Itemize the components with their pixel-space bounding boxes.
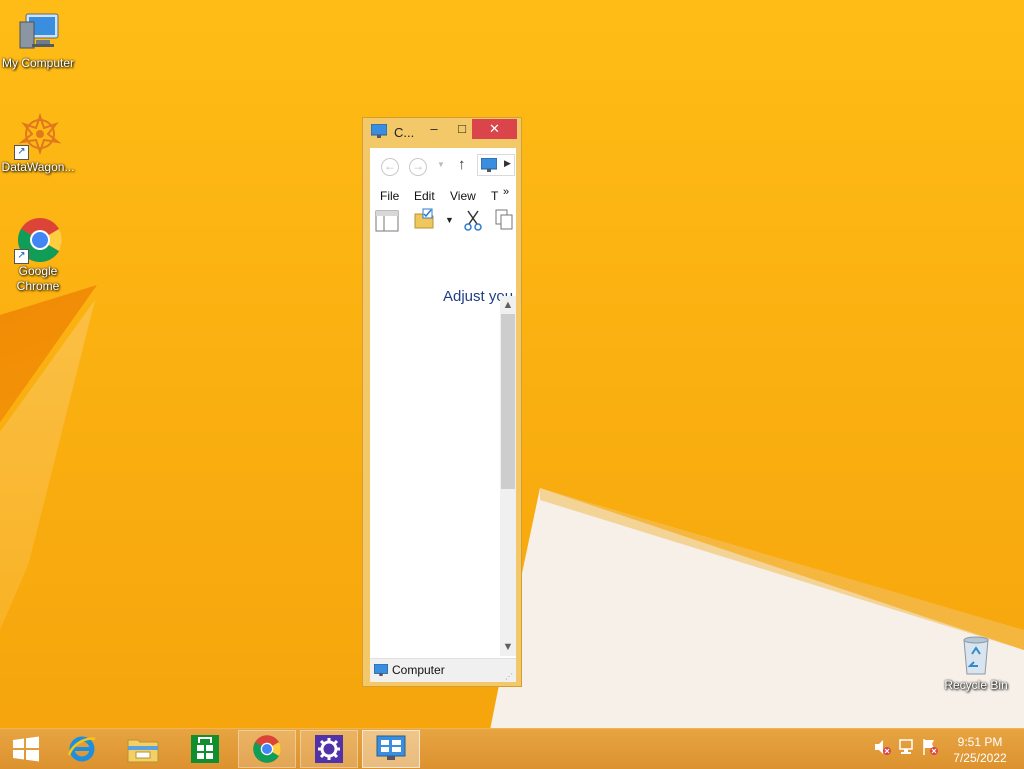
menu-tools[interactable]: T (491, 189, 498, 203)
vertical-scrollbar[interactable]: ▲ ▼ (500, 296, 516, 656)
taskbar-store[interactable] (176, 730, 234, 768)
taskbar-internet-explorer[interactable] (54, 730, 112, 768)
desktop-icon-label: Recycle Bin (944, 678, 1008, 692)
taskbar-control-panel[interactable] (362, 730, 420, 768)
computer-icon (374, 664, 388, 676)
close-button[interactable]: ✕ (472, 119, 517, 139)
chrome-icon: ↗ (14, 216, 62, 264)
desktop-icon-recycle-bin[interactable]: Recycle Bin (938, 630, 1014, 693)
scissors-icon[interactable] (464, 209, 482, 231)
desktop-icon-my-computer[interactable]: My Computer (0, 8, 76, 71)
desktop-icon-datawagon[interactable]: ↗ DataWagon... (0, 112, 76, 175)
taskbar-settings[interactable] (300, 730, 358, 768)
control-panel-icon (376, 735, 406, 760)
menu-file[interactable]: File (380, 189, 399, 203)
recent-locations-icon[interactable]: ▼ (437, 160, 445, 169)
up-arrow-icon[interactable]: ↑ (458, 156, 466, 173)
store-icon (191, 735, 219, 763)
scroll-up-icon[interactable]: ▲ (500, 298, 516, 312)
layout-pane-icon[interactable] (375, 210, 399, 232)
file-explorer-icon (127, 739, 159, 763)
copy-icon[interactable] (495, 209, 513, 231)
computer-icon (481, 158, 497, 172)
network-icon[interactable] (897, 737, 917, 757)
taskbar-chrome[interactable] (238, 730, 296, 768)
address-bar[interactable]: ▶ (477, 154, 515, 176)
clock[interactable]: 9:51 PM 7/25/2022 (944, 734, 1016, 766)
taskbar-file-explorer[interactable] (114, 730, 172, 768)
minimize-button[interactable]: – (421, 119, 447, 139)
dropdown-arrow-icon[interactable]: ▼ (445, 215, 454, 225)
title-bar[interactable]: C... – □ ✕ (363, 118, 521, 146)
chrome-icon (253, 735, 281, 763)
resize-grip-icon[interactable]: ⋰ (505, 672, 513, 681)
desktop-icon-google-chrome[interactable]: ↗ Google Chrome (0, 216, 76, 294)
forward-icon[interactable]: → (409, 158, 427, 176)
clock-date: 7/25/2022 (953, 751, 1007, 765)
toolbar: ▼ (370, 206, 516, 236)
datawagon-icon: ↗ (14, 112, 62, 160)
back-icon[interactable]: ← (381, 158, 399, 176)
clock-time: 9:51 PM (957, 735, 1003, 749)
menu-overflow-chevron[interactable]: » (503, 186, 509, 198)
scrollbar-thumb[interactable] (501, 314, 515, 489)
shortcut-arrow-icon: ↗ (14, 145, 29, 160)
scroll-down-icon[interactable]: ▼ (500, 640, 516, 654)
navigation-bar: ← → ▼ ↑ ▶ (370, 148, 516, 182)
desktop-icon-label: My Computer (1, 56, 75, 70)
window-client-area: ← → ▼ ↑ ▶ File Edit View T » ▼ Adjust yo… (370, 148, 516, 682)
internet-explorer-icon (67, 736, 96, 762)
window-title: C... (394, 125, 415, 140)
computer-icon (371, 124, 387, 138)
computer-window[interactable]: C... – □ ✕ ← → ▼ ↑ ▶ File Edit View T » (362, 117, 522, 687)
taskbar: 9:51 PM 7/25/2022 (0, 728, 1024, 769)
shortcut-arrow-icon: ↗ (14, 249, 29, 264)
recycle-bin-icon (952, 630, 1000, 678)
desktop-icon-label: DataWagon... (1, 160, 75, 174)
start-button[interactable] (0, 730, 58, 768)
status-label: Computer (392, 663, 445, 677)
desktop-icon-label: Google Chrome (16, 264, 60, 293)
folder-properties-icon[interactable] (413, 208, 435, 230)
menu-view[interactable]: View (450, 189, 476, 203)
action-center-flag-icon[interactable] (920, 737, 940, 757)
menu-bar: File Edit View T » (370, 186, 516, 206)
computer-icon (14, 8, 62, 56)
menu-edit[interactable]: Edit (414, 189, 435, 203)
settings-icon (315, 735, 343, 763)
status-bar: Computer ⋰ (370, 658, 516, 682)
chevron-right-icon[interactable]: ▶ (504, 158, 511, 169)
windows-start-icon (13, 736, 39, 762)
volume-muted-icon[interactable] (872, 737, 892, 757)
